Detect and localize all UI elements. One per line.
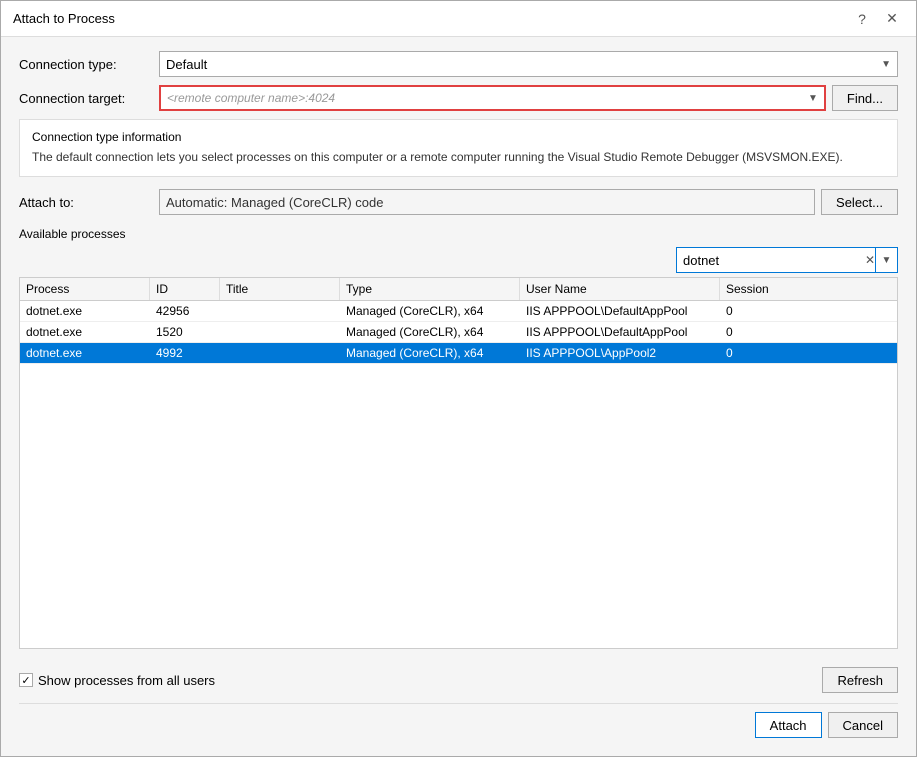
cell-process: dotnet.exe [20,301,150,321]
connection-type-label: Connection type: [19,57,159,72]
cell-session: 0 [720,301,790,321]
connection-type-value: Default [166,57,207,72]
connection-type-control: Default ▼ [159,51,898,77]
search-input-wrap: ✕ [676,247,876,273]
header-title: Title [220,278,340,300]
table-row[interactable]: dotnet.exe 42956 Managed (CoreCLR), x64 … [20,301,897,322]
cell-process: dotnet.exe [20,322,150,342]
cell-username: IIS APPPOOL\AppPool2 [520,343,720,363]
header-username: User Name [520,278,720,300]
connection-type-row: Connection type: Default ▼ [19,51,898,77]
processes-area: Available processes ✕ ▼ Process ID Title… [19,227,898,659]
table-row-selected[interactable]: dotnet.exe 4992 Managed (CoreCLR), x64 I… [20,343,897,364]
dialog-content: Connection type: Default ▼ Connection ta… [1,37,916,756]
bottom-section: ✓ Show processes from all users Refresh … [19,659,898,742]
info-section: Connection type information The default … [19,119,898,177]
cell-username: IIS APPPOOL\DefaultAppPool [520,322,720,342]
bottom-right-buttons: Attach Cancel [755,712,898,738]
bottom-row: Attach Cancel [19,703,898,742]
cell-type: Managed (CoreCLR), x64 [340,301,520,321]
attach-button[interactable]: Attach [755,712,822,738]
cell-username: IIS APPPOOL\DefaultAppPool [520,301,720,321]
connection-target-row: Connection target: <remote computer name… [19,85,898,111]
select-button[interactable]: Select... [821,189,898,215]
search-input[interactable] [677,253,865,268]
show-processes-checkbox[interactable]: ✓ [19,673,33,687]
cell-id: 42956 [150,301,220,321]
attach-to-input: Automatic: Managed (CoreCLR) code [159,189,815,215]
header-session: Session [720,278,790,300]
cell-title [220,301,340,321]
cell-process: dotnet.exe [20,343,150,363]
table-row[interactable]: dotnet.exe 1520 Managed (CoreCLR), x64 I… [20,322,897,343]
available-processes-label: Available processes [19,227,898,241]
cell-type: Managed (CoreCLR), x64 [340,322,520,342]
refresh-button[interactable]: Refresh [822,667,898,693]
header-process: Process [20,278,150,300]
cancel-button[interactable]: Cancel [828,712,898,738]
cell-session: 0 [720,343,790,363]
connection-target-value: <remote computer name>:4024 [167,91,335,105]
connection-target-input[interactable]: <remote computer name>:4024 ▼ [159,85,826,111]
connection-target-label: Connection target: [19,91,159,106]
cell-title [220,343,340,363]
clear-search-button[interactable]: ✕ [865,248,875,272]
attach-to-label: Attach to: [19,195,159,210]
cell-session: 0 [720,322,790,342]
header-id: ID [150,278,220,300]
dialog-title: Attach to Process [13,11,115,26]
search-row: ✕ ▼ [19,247,898,273]
attach-to-value: Automatic: Managed (CoreCLR) code [166,195,384,210]
table-header: Process ID Title Type User Name Session [20,278,897,301]
connection-type-select[interactable]: Default ▼ [159,51,898,77]
process-table: Process ID Title Type User Name Session … [19,277,898,649]
show-processes-wrap: ✓ Show processes from all users [19,673,215,688]
title-bar: Attach to Process ? ✕ [1,1,916,37]
cell-id: 1520 [150,322,220,342]
title-bar-controls: ? ✕ [850,7,904,31]
help-button[interactable]: ? [850,7,874,31]
info-section-text: The default connection lets you select p… [32,148,885,166]
attach-to-process-dialog: Attach to Process ? ✕ Connection type: D… [0,0,917,757]
connection-target-control: <remote computer name>:4024 ▼ Find... [159,85,898,111]
close-button[interactable]: ✕ [880,7,904,31]
cell-id: 4992 [150,343,220,363]
chevron-down-icon: ▼ [881,59,891,70]
dropdown-arrow-icon: ▼ [808,93,818,104]
find-button[interactable]: Find... [832,85,898,111]
attach-to-row: Attach to: Automatic: Managed (CoreCLR) … [19,189,898,215]
header-type: Type [340,278,520,300]
search-dropdown-button[interactable]: ▼ [876,247,898,273]
info-section-title: Connection type information [32,130,885,144]
cell-title [220,322,340,342]
cell-type: Managed (CoreCLR), x64 [340,343,520,363]
show-processes-label: Show processes from all users [38,673,215,688]
